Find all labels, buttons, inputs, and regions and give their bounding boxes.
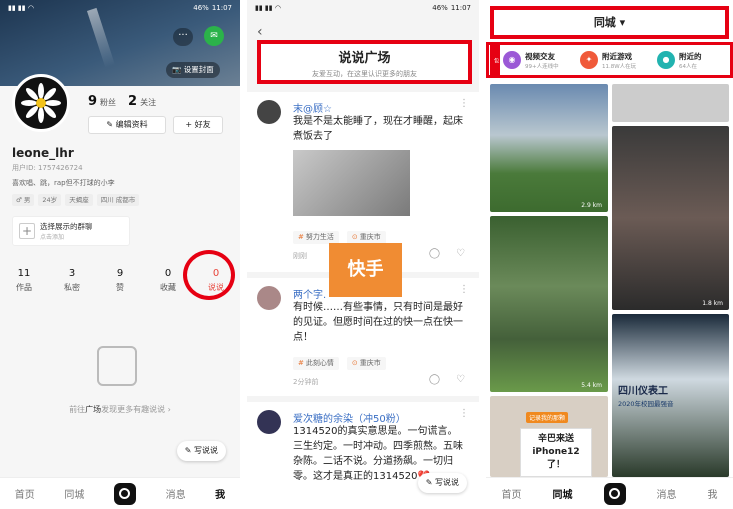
bottom-nav: 首页 同城 消息 我 xyxy=(486,477,733,509)
tab-private[interactable]: 3 私密 xyxy=(48,268,96,293)
category-nearby-games[interactable]: ✦ 附近游戏 11.8W人在玩 xyxy=(580,51,653,70)
nav-me[interactable]: 我 xyxy=(215,486,225,501)
post-image[interactable] xyxy=(293,150,410,216)
nav-home[interactable]: 首页 xyxy=(502,486,522,501)
post-actions: ◯ ♡ xyxy=(429,374,465,385)
post-text: 有时候……有些事情，只有时间是最好的见证。但愿时间在过的快一点在快一点！ xyxy=(293,302,463,343)
video-chat-icon: ◉ xyxy=(503,51,521,69)
set-cover-button[interactable]: 📷 设置封面 xyxy=(166,62,220,78)
city-header[interactable]: 同城 ▾ xyxy=(490,6,729,39)
post-author[interactable]: 爱次糖的余染（冲50粉） xyxy=(293,410,406,425)
nav-home[interactable]: 首页 xyxy=(15,486,35,501)
username: leone_lhr xyxy=(12,146,74,160)
category-nearby-people[interactable]: ● 附近的 64人在 xyxy=(657,51,730,70)
follow-stat[interactable]: 2 关注 xyxy=(128,94,156,109)
add-friend-button[interactable]: + 好友 xyxy=(173,116,223,134)
age-tag: 24岁 xyxy=(38,194,62,206)
post-tags: # 努力生活 ⊙ 重庆市 xyxy=(293,224,394,244)
avatar[interactable] xyxy=(257,286,281,310)
empty-image-icon xyxy=(97,346,137,386)
profile-stats: 9 粉丝 2 关注 xyxy=(88,94,156,109)
back-icon[interactable]: ‹ xyxy=(257,24,263,40)
post-tags: # 此刻心情 ⊙ 重庆市 xyxy=(293,350,394,370)
highlight-circle xyxy=(183,250,235,300)
post-author[interactable]: 两个字. xyxy=(293,286,326,301)
like-icon[interactable]: ♡ xyxy=(456,374,465,385)
fans-stat[interactable]: 9 粉丝 xyxy=(88,94,116,109)
video-card[interactable]: 5.4 km xyxy=(490,216,608,392)
page-subtitle: 友爱互动，在这里认识更多的朋友 xyxy=(312,70,417,78)
comment-icon[interactable]: ◯ xyxy=(429,248,440,259)
city-screen: 同城 ▾ ◉ 视频交友 99+人连线中 ✦ 附近游戏 11.8W人在玩 ● 附近的 6… xyxy=(486,0,733,509)
gender-tag: ♂ 男 xyxy=(12,194,35,206)
more-icon[interactable]: ⋮ xyxy=(459,98,469,109)
wechat-icon[interactable]: ✉ xyxy=(204,26,224,46)
write-post-button[interactable]: ✎ 写说说 xyxy=(417,473,467,493)
empty-hint[interactable]: 前往广场发现更多有趣说说 › xyxy=(0,404,240,415)
tab-works[interactable]: 11 作品 xyxy=(0,268,48,293)
zodiac-tag: 天蝎座 xyxy=(65,194,93,206)
kuaishou-watermark: 快手 xyxy=(329,243,402,297)
status-bar: ▮▮ ▮▮ ◠ 46% 11:07 xyxy=(255,4,471,12)
tab-likes[interactable]: 9赞 xyxy=(96,268,144,293)
post-time: 2分钟前 xyxy=(293,378,319,386)
user-id: 用户ID: 1757426724 xyxy=(12,164,83,172)
category-video-dating[interactable]: ◉ 视频交友 99+人连线中 xyxy=(503,51,576,70)
category-bar: ◉ 视频交友 99+人连线中 ✦ 附近游戏 11.8W人在玩 ● 附近的 64人在 xyxy=(486,42,733,78)
camera-icon[interactable] xyxy=(113,482,136,505)
page-title: 说说广场 xyxy=(338,51,391,66)
avatar[interactable] xyxy=(257,410,281,434)
location-tag: 四川 成都市 xyxy=(96,194,140,206)
nav-messages[interactable]: 消息 xyxy=(657,486,677,501)
bio: 喜欢唱、跳，rap但不打球的小李 xyxy=(12,179,115,187)
video-card[interactable]: 1.8 km xyxy=(612,126,729,310)
profile-tags: ♂ 男 24岁 天蝎座 四川 成都市 xyxy=(12,194,140,206)
post-author[interactable]: 末@顾☆ xyxy=(293,100,332,115)
like-icon[interactable]: ♡ xyxy=(456,248,465,259)
game-icon: ✦ xyxy=(580,51,598,69)
camera-icon[interactable] xyxy=(603,482,626,505)
post-actions: ◯ ♡ xyxy=(429,248,465,259)
nav-me[interactable]: 我 xyxy=(708,486,718,501)
plus-icon: + xyxy=(19,223,35,239)
avatar[interactable] xyxy=(257,100,281,124)
square-header: 说说广场 友爱互动，在这里认识更多的朋友 xyxy=(257,40,472,84)
daisy-icon xyxy=(21,83,61,123)
nav-city[interactable]: 同城 xyxy=(553,486,573,501)
bottom-nav: 首页 同城 消息 我 xyxy=(0,477,240,509)
video-card[interactable]: 记录我的那颗 辛巴来送iPhone12了！ xyxy=(490,396,608,477)
post-time: 刚刚 xyxy=(293,252,307,260)
profile-screen: ▮▮ ▮▮ ◠ 46% 11:07 ··· ✉ 📷 设置封面 9 粉丝 2 关注 ✎ … xyxy=(0,0,240,509)
video-card[interactable]: 2.9 km xyxy=(490,84,608,212)
edit-profile-button[interactable]: ✎ 编辑资料 xyxy=(88,116,166,134)
post-text: 我是不是太能睡了，现在才睡醒，起床煮饭去了 xyxy=(293,116,463,142)
video-grid: 2.9 km 1.8 km 5.4 km 四川仪表工 2020年校园最强音 记录… xyxy=(486,82,733,477)
more-icon[interactable]: ⋮ xyxy=(459,284,469,295)
status-bar: ▮▮ ▮▮ ◠ 46% 11:07 xyxy=(8,4,232,12)
write-post-button[interactable]: ✎ 写说说 xyxy=(176,441,226,461)
group-chat-selector[interactable]: + 选择展示的群聊 点击添加 xyxy=(12,216,130,246)
video-card[interactable]: 四川仪表工 2020年校园最强音 xyxy=(612,314,729,477)
more-icon[interactable]: ··· xyxy=(173,28,193,46)
avatar[interactable] xyxy=(12,74,70,132)
nav-city[interactable]: 同城 xyxy=(64,486,84,501)
nav-messages[interactable]: 消息 xyxy=(166,486,186,501)
video-card[interactable] xyxy=(612,84,729,122)
comment-icon[interactable]: ◯ xyxy=(429,374,440,385)
side-tag: 包 xyxy=(490,42,500,78)
more-icon[interactable]: ⋮ xyxy=(459,408,469,419)
person-icon: ● xyxy=(657,51,675,69)
